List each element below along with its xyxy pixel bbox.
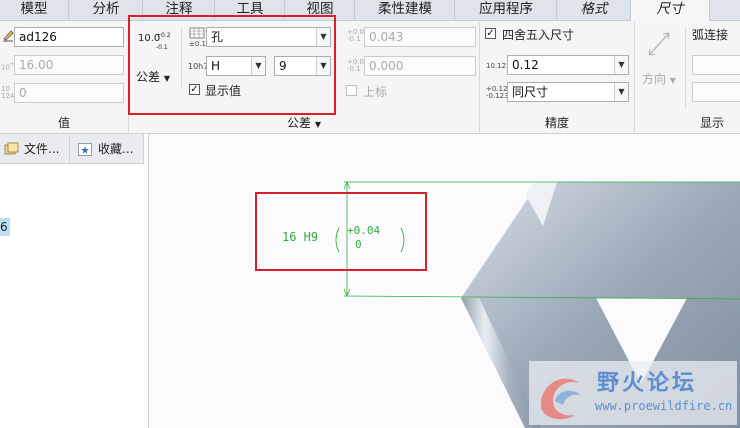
tolerance-precision-icon-lower: -0.123 bbox=[486, 92, 509, 100]
watermark-title: 野火论坛 bbox=[597, 371, 698, 396]
round-dimension-checkbox[interactable]: ✓ bbox=[485, 28, 496, 39]
upper-limit-icon-lower: -0.1 bbox=[347, 35, 361, 43]
tab-flexible-modeling[interactable]: 柔性建模 bbox=[354, 0, 455, 20]
watermark: 野火论坛 www.proewildfire.cn bbox=[529, 361, 737, 425]
tab-format[interactable]: 格式 bbox=[556, 0, 631, 20]
decimal-precision-value: 0.12 bbox=[512, 58, 539, 72]
graphics-canvas[interactable]: 16 H9 +0.04 0 野火论坛 www.proewildfire.cn bbox=[149, 134, 740, 428]
tab-model[interactable]: 模型 bbox=[0, 0, 68, 20]
folder-icon bbox=[4, 142, 19, 155]
direction-button[interactable]: 方向 ▼ bbox=[642, 70, 676, 87]
value-group-title: 值 bbox=[57, 116, 70, 130]
tab-favorites[interactable]: 收藏... bbox=[70, 134, 144, 164]
tab-applications[interactable]: 应用程序 bbox=[454, 0, 557, 20]
direction-icon bbox=[648, 32, 670, 56]
nominal-value-input[interactable]: 16.00 bbox=[14, 55, 124, 75]
tree-item-selected[interactable]: 6 bbox=[0, 218, 10, 236]
forum-logo-icon bbox=[540, 378, 581, 420]
edit-name-icon bbox=[3, 30, 14, 42]
arc-connection-label: 弧连接 bbox=[692, 28, 729, 42]
display-group-title: 显示 bbox=[700, 116, 725, 130]
ribbon-tab-bar: 模型 分析 注释 工具 视图 柔性建模 应用程序 格式 尺寸 bbox=[0, 0, 740, 21]
arc-option-field[interactable] bbox=[692, 55, 740, 75]
superscript-checkbox[interactable] bbox=[346, 85, 357, 96]
tolerance-precision-select[interactable]: 同尺寸 ▼ bbox=[507, 82, 629, 102]
decimal-precision-select[interactable]: 0.12 ▼ bbox=[507, 55, 629, 75]
model-tree-panel: 文件... 收藏... 6 bbox=[0, 134, 149, 428]
favorites-label: 收藏... bbox=[98, 142, 134, 156]
favorites-icon bbox=[78, 143, 92, 156]
tolerance-group-title-label: 公差 bbox=[287, 116, 312, 130]
lower-limit-icon: +0.0 -0.1 bbox=[347, 59, 364, 73]
precision-group-title: 精度 bbox=[544, 116, 569, 130]
tab-dimension[interactable]: 尺寸 bbox=[630, 0, 710, 21]
round-dimension-label: 四舍五入尺寸 bbox=[502, 28, 575, 42]
tolerance-group-title[interactable]: 公差 ▼ bbox=[130, 114, 478, 132]
chevron-down-icon: ▼ bbox=[614, 56, 628, 74]
direction-label: 方向 bbox=[642, 72, 667, 86]
group-divider bbox=[634, 22, 635, 132]
upper-limit-input[interactable]: 0.043 bbox=[364, 27, 476, 47]
decimal-places-input[interactable]: 0 bbox=[14, 83, 124, 103]
lower-limit-input[interactable]: 0.000 bbox=[364, 56, 476, 76]
arc-option-field-2[interactable] bbox=[692, 82, 740, 102]
upper-limit-icon: +0.0 -0.1 bbox=[347, 29, 364, 43]
dimension-name-input[interactable]: ad126 bbox=[14, 27, 124, 47]
chevron-down-icon: ▼ bbox=[614, 83, 628, 101]
group-divider bbox=[685, 28, 686, 108]
lower-limit-icon-lower: -0.1 bbox=[347, 65, 361, 73]
chevron-down-icon: ▼ bbox=[314, 120, 321, 129]
superscript-label: 上标 bbox=[363, 85, 388, 99]
decimal-places-icon: 10 124 bbox=[1, 85, 15, 100]
dimension-highlight-box bbox=[255, 192, 427, 271]
chevron-down-icon: ▼ bbox=[669, 76, 676, 85]
tab-file-browser[interactable]: 文件... bbox=[0, 134, 70, 164]
tolerance-precision-value: 同尺寸 bbox=[512, 85, 549, 99]
tolerance-highlight-box bbox=[128, 15, 336, 115]
watermark-url: www.proewildfire.cn bbox=[595, 399, 733, 413]
file-browser-label: 文件... bbox=[24, 142, 60, 156]
